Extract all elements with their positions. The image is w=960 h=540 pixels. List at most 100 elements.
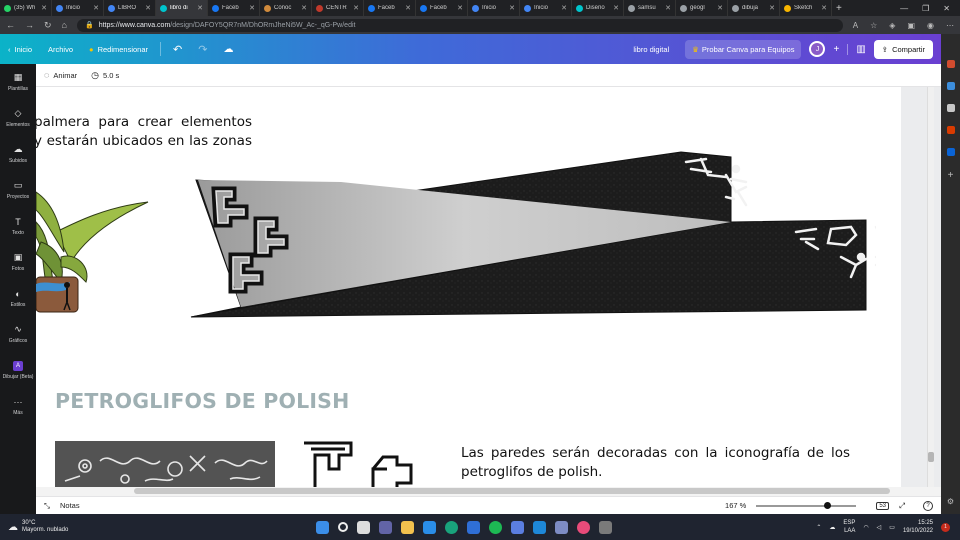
sidebar-extension-icon[interactable] [946, 82, 955, 90]
chevron-up-icon[interactable]: ⌃ [816, 524, 821, 531]
doc-title[interactable]: libro digital [633, 45, 669, 54]
redo-button[interactable]: ↷ [190, 34, 215, 64]
rail-item[interactable]: ··· Más [0, 388, 36, 424]
rail-item[interactable]: ▦ Plantillas [0, 64, 36, 100]
tab-close-icon[interactable]: ✕ [665, 4, 671, 12]
cloud-save-button[interactable]: ☁ [215, 34, 241, 64]
tab-close-icon[interactable]: ✕ [301, 4, 307, 12]
battery-icon[interactable]: ▭ [889, 524, 895, 531]
vertical-scroll-thumb[interactable] [928, 452, 934, 462]
browser-tab[interactable]: Diseño ✕ [572, 0, 624, 16]
tab-close-icon[interactable]: ✕ [353, 4, 359, 12]
browser-tab[interactable]: libro di ✕ [156, 0, 208, 16]
design-page[interactable]: palmera para crear elementos y estarán u… [36, 87, 901, 487]
browser-tab[interactable]: Sketch ✕ [780, 0, 832, 16]
close-window-icon[interactable]: ✕ [943, 4, 950, 13]
fullscreen-icon[interactable]: ⤢ [899, 501, 905, 511]
sidebar-outlook-icon[interactable] [946, 148, 955, 156]
vertical-scrollbar[interactable] [927, 87, 934, 487]
file-explorer-icon[interactable] [401, 520, 414, 534]
petroglyph-photo[interactable] [55, 441, 275, 487]
more-menu-icon[interactable]: ⋯ [946, 21, 954, 30]
browser-tab[interactable]: Inicio ✕ [520, 0, 572, 16]
tab-close-icon[interactable]: ✕ [561, 4, 567, 12]
back-icon[interactable]: ← [6, 20, 15, 30]
tab-close-icon[interactable]: ✕ [249, 4, 255, 12]
reload-icon[interactable]: ↻ [44, 20, 52, 31]
photos-icon[interactable] [533, 520, 546, 534]
collections-icon[interactable]: ▣ [907, 21, 915, 30]
notes-button[interactable]: Notas [60, 501, 80, 510]
insights-chart-icon[interactable]: ▥ [847, 43, 866, 55]
read-aloud-icon[interactable]: A [853, 21, 858, 30]
canva-app-icon[interactable] [555, 520, 568, 534]
duration-button[interactable]: ◷ 5.0 s [91, 70, 119, 81]
browser-tab[interactable]: LIBRO ✕ [104, 0, 156, 16]
browser-tab[interactable]: (35) Wh ✕ [0, 0, 52, 16]
tab-close-icon[interactable]: ✕ [509, 4, 515, 12]
tab-close-icon[interactable]: ✕ [613, 4, 619, 12]
wifi-icon[interactable]: ◠ [863, 524, 868, 531]
tab-close-icon[interactable]: ✕ [145, 4, 151, 12]
home-icon[interactable]: ⌂ [62, 20, 67, 30]
browser-tab[interactable]: Faceb ✕ [364, 0, 416, 16]
tab-close-icon[interactable]: ✕ [821, 4, 827, 12]
edge-browser-icon[interactable] [445, 520, 458, 534]
zoom-slider[interactable] [756, 501, 857, 509]
teams-chat-icon[interactable] [379, 520, 392, 534]
file-menu-button[interactable]: Archivo [40, 34, 81, 64]
expand-notes-icon[interactable]: ⤡ [44, 501, 50, 511]
url-field[interactable]: 🔒 https://www.canva.com/design/DAFOY5QR7… [76, 18, 843, 32]
task-view-icon[interactable] [357, 520, 370, 534]
tab-close-icon[interactable]: ✕ [405, 4, 411, 12]
body-text-bottom[interactable]: Las paredes serán decoradas con la icono… [461, 444, 850, 482]
weather-widget[interactable]: ☁ 30°C Mayorm. nublado [0, 520, 300, 534]
avatar[interactable]: J [809, 41, 826, 57]
browser-tab[interactable]: Conoc ✕ [260, 0, 312, 16]
tab-close-icon[interactable]: ✕ [717, 4, 723, 12]
horizontal-scroll-thumb[interactable] [134, 488, 890, 494]
sidebar-add-icon[interactable]: + [948, 170, 954, 181]
search-icon[interactable] [338, 522, 348, 532]
sidebar-games-icon[interactable] [946, 104, 955, 112]
tab-close-icon[interactable]: ✕ [93, 4, 99, 12]
input-language[interactable]: ESP LAA [843, 519, 855, 535]
resize-button[interactable]: ● Redimensionar [81, 34, 156, 64]
help-icon[interactable]: ? [923, 500, 933, 511]
rail-item[interactable]: ▣ Fotos [0, 244, 36, 280]
browser-tab[interactable]: geogl ✕ [676, 0, 728, 16]
rail-item[interactable]: ◐ Estilos [0, 280, 36, 316]
rail-item[interactable]: ▭ Proyectos [0, 172, 36, 208]
mail-icon[interactable] [423, 520, 436, 534]
try-teams-button[interactable]: ♛ Probar Canva para Equipos [685, 39, 802, 59]
tab-close-icon[interactable]: ✕ [41, 4, 47, 12]
sidebar-settings-icon[interactable]: ⚙ [947, 497, 954, 506]
notepad-icon[interactable] [511, 520, 524, 534]
section-heading[interactable]: PETROGLIFOS DE POLISH [55, 389, 350, 413]
clock[interactable]: 15:25 19/10/2022 [903, 519, 933, 535]
volume-icon[interactable]: ◁ [877, 524, 882, 531]
browser-tab[interactable]: Faceb ✕ [208, 0, 260, 16]
body-text-top[interactable]: palmera para crear elementos y estarán u… [36, 113, 252, 151]
browser-tab[interactable]: samsu ✕ [624, 0, 676, 16]
browser-tab[interactable]: Faceb ✕ [416, 0, 468, 16]
forward-icon[interactable]: → [25, 20, 34, 30]
browser-tab[interactable]: CENTR ✕ [312, 0, 364, 16]
onedrive-cloud-icon[interactable]: ☁ [829, 524, 835, 531]
sidebar-tag-icon[interactable] [946, 60, 955, 68]
glyph-line-drawing[interactable] [301, 439, 426, 487]
spotify-icon[interactable] [489, 520, 502, 534]
profile-icon[interactable]: ◉ [927, 21, 934, 30]
minimize-icon[interactable]: — [900, 4, 908, 13]
rail-item[interactable]: ∿ Gráficos [0, 316, 36, 352]
add-people-icon[interactable]: + [833, 44, 839, 55]
share-button[interactable]: ⇪ Compartir [873, 39, 933, 59]
rail-item[interactable]: T Texto [0, 208, 36, 244]
notification-badge[interactable]: 1 [941, 522, 950, 532]
tab-close-icon[interactable]: ✕ [457, 4, 463, 12]
undo-button[interactable]: ↶ [165, 34, 190, 64]
browser-tab[interactable]: Inicio ✕ [52, 0, 104, 16]
palm-plant-illustration[interactable] [36, 182, 156, 317]
animate-button[interactable]: ◌ Animar [44, 70, 77, 80]
start-icon[interactable] [316, 520, 329, 534]
